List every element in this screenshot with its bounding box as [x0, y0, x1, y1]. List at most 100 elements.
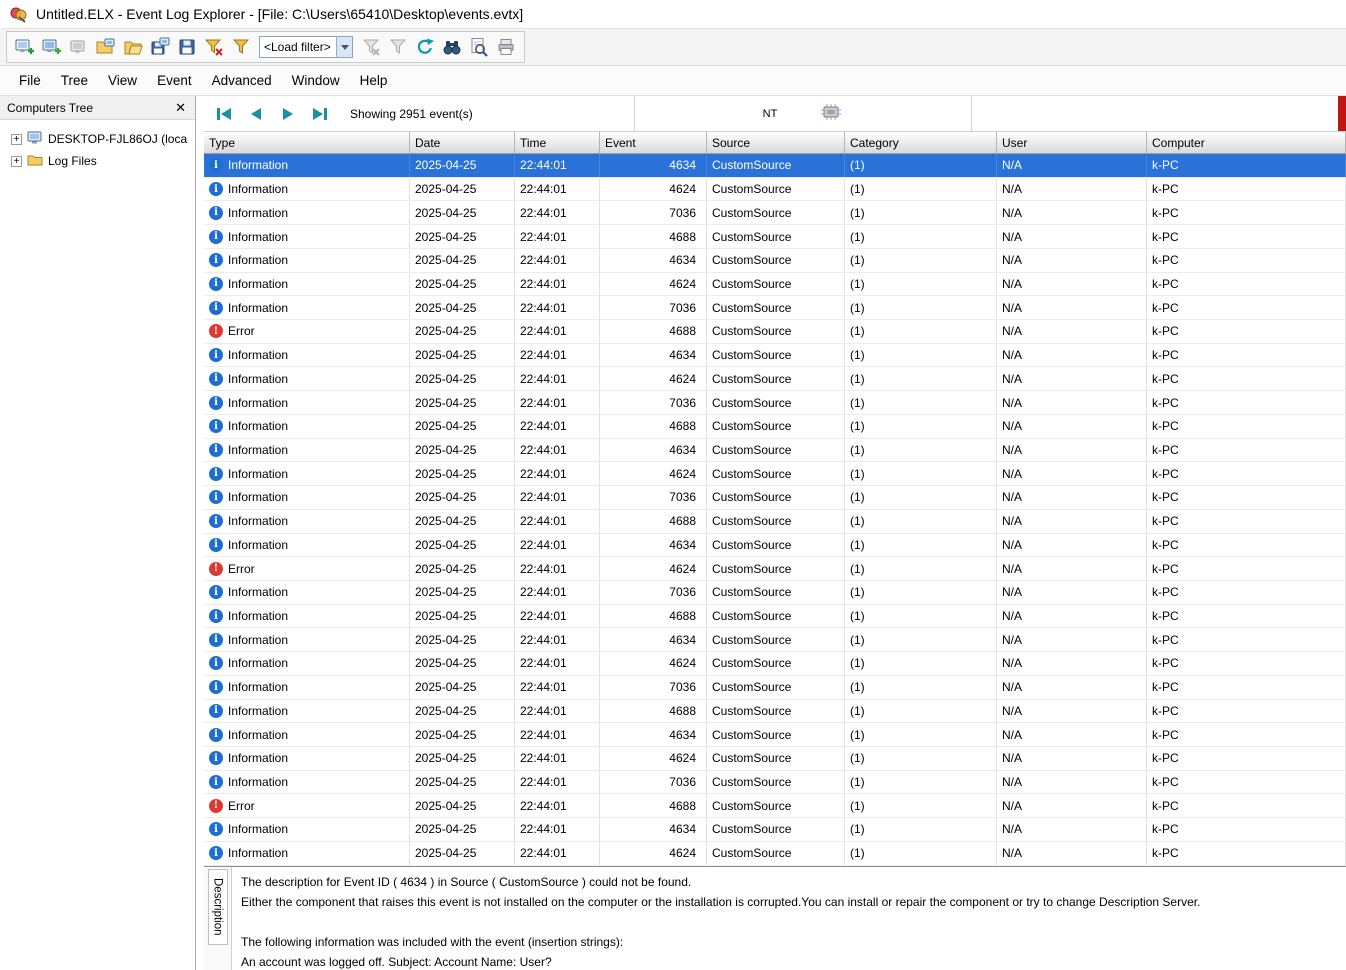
column-header-time[interactable]: Time — [515, 132, 600, 153]
close-panel-button[interactable]: ✕ — [173, 101, 188, 114]
menu-item-advanced[interactable]: Advanced — [203, 69, 281, 92]
column-header-date[interactable]: Date — [410, 132, 515, 153]
save-icon[interactable] — [175, 35, 199, 59]
previous-event-button[interactable] — [244, 102, 268, 126]
add-computer-icon[interactable] — [40, 35, 64, 59]
event-row[interactable]: i Information 2025-04-25 22:44:01 7036 Custom… — [204, 391, 1346, 415]
event-row[interactable]: i Information 2025-04-25 22:44:01 4688 Custom… — [204, 414, 1346, 439]
type-label: Information — [228, 442, 289, 457]
panel-splitter[interactable] — [196, 96, 204, 970]
view-details-icon[interactable] — [467, 35, 491, 59]
event-row[interactable]: ! Error 2025-04-25 22:44:01 4624 CustomSource… — [204, 557, 1346, 581]
save-workspace-icon[interactable] — [148, 35, 172, 59]
tree-item-computer[interactable]: + DESKTOP-FJL86OJ (loca — [4, 128, 191, 150]
event-row[interactable]: i Information 2025-04-25 22:44:01 7036 Custom… — [204, 675, 1346, 700]
event-row[interactable]: i Information 2025-04-25 22:44:01 4624 Custom… — [204, 841, 1346, 866]
event-row[interactable]: i Information 2025-04-25 22:44:01 4634 Custom… — [204, 343, 1346, 368]
column-header-computer[interactable]: Computer — [1147, 132, 1346, 153]
user-cell: N/A — [997, 746, 1147, 770]
event-row[interactable]: i Information 2025-04-25 22:44:01 4634 Custom… — [204, 628, 1346, 653]
description-line: The following information was included w… — [241, 935, 624, 949]
tree-item-label: DESKTOP-FJL86OJ (loca — [48, 132, 188, 146]
menu-item-file[interactable]: File — [10, 69, 50, 92]
event-row[interactable]: i Information 2025-04-25 22:44:01 4634 Custom… — [204, 533, 1346, 558]
event-row[interactable]: ! Error 2025-04-25 22:44:01 4688 CustomSource… — [204, 320, 1346, 344]
menu-item-help[interactable]: Help — [351, 69, 397, 92]
event-row[interactable]: ! Error 2025-04-25 22:44:01 4688 CustomSource… — [204, 794, 1346, 819]
source-cell: CustomSource — [707, 675, 845, 699]
dropdown-arrow-icon[interactable] — [336, 37, 352, 57]
type-cell: i Information — [204, 628, 410, 652]
print-icon[interactable] — [494, 35, 518, 59]
next-event-button[interactable] — [276, 102, 300, 126]
computer-cell: k-PC — [1147, 154, 1346, 177]
remove-computer-icon[interactable] — [67, 35, 91, 59]
event-row[interactable]: i Information 2025-04-25 22:44:01 4688 Custom… — [204, 509, 1346, 534]
first-event-button[interactable] — [212, 102, 236, 126]
type-label: Information — [228, 490, 289, 505]
column-header-event[interactable]: Event — [600, 132, 707, 153]
event-row[interactable]: i Information 2025-04-25 22:44:01 4634 Custom… — [204, 438, 1346, 463]
column-header-category[interactable]: Category — [845, 132, 997, 153]
event-row[interactable]: i Information 2025-04-25 22:44:01 4624 Custom… — [204, 746, 1346, 771]
load-filter-dropdown[interactable]: <Load filter> — [259, 36, 353, 58]
title-bar: Untitled.ELX - Event Log Explorer - [Fil… — [0, 0, 1346, 28]
menu-item-window[interactable]: Window — [283, 69, 349, 92]
menu-item-event[interactable]: Event — [148, 69, 201, 92]
open-log-file-icon[interactable] — [121, 35, 145, 59]
open-workspace-icon[interactable] — [94, 35, 118, 59]
event-row[interactable]: i Information 2025-04-25 22:44:01 4688 Custom… — [204, 225, 1346, 249]
event-row[interactable]: i Information 2025-04-25 22:44:01 4624 Custom… — [204, 367, 1346, 392]
event-row[interactable]: i Information 2025-04-25 22:44:01 4688 Custom… — [204, 699, 1346, 724]
information-icon: i — [209, 537, 223, 552]
event-row[interactable]: i Information 2025-04-25 22:44:01 4624 Custom… — [204, 462, 1346, 487]
event-cell: 4688 — [600, 414, 707, 438]
event-row[interactable]: i Information 2025-04-25 22:44:01 4688 Custom… — [204, 604, 1346, 629]
computer-cell: k-PC — [1147, 723, 1346, 746]
computers-tree-panel: Computers Tree ✕ + DESKTOP-FJL86OJ (loca… — [0, 96, 196, 970]
expand-icon[interactable]: + — [11, 155, 22, 167]
filter-icon[interactable] — [229, 35, 253, 59]
event-row[interactable]: i Information 2025-04-25 22:44:01 7036 Custom… — [204, 201, 1346, 226]
clear-filter-icon[interactable] — [202, 35, 226, 59]
information-icon: i — [209, 205, 223, 220]
column-header-user[interactable]: User — [997, 132, 1147, 153]
filter-disabled-icon[interactable] — [386, 35, 410, 59]
time-cell: 22:44:01 — [515, 746, 600, 770]
refresh-icon[interactable] — [413, 35, 437, 59]
event-row[interactable]: i Information 2025-04-25 22:44:01 7036 Custom… — [204, 580, 1346, 605]
information-icon: i — [209, 775, 223, 790]
tree-item-log-files[interactable]: + Log Files — [4, 150, 191, 172]
event-row[interactable]: i Information 2025-04-25 22:44:01 4634 Custom… — [204, 154, 1346, 178]
event-row[interactable]: i Information 2025-04-25 22:44:01 4624 Custom… — [204, 177, 1346, 202]
event-row[interactable]: i Information 2025-04-25 22:44:01 4634 Custom… — [204, 818, 1346, 842]
menu-item-view[interactable]: View — [99, 69, 146, 92]
type-label: Information — [228, 703, 289, 718]
find-icon[interactable] — [440, 35, 464, 59]
type-cell: ! Error — [204, 320, 410, 343]
event-row[interactable]: i Information 2025-04-25 22:44:01 7036 Custom… — [204, 296, 1346, 321]
date-cell: 2025-04-25 — [410, 320, 515, 343]
event-row[interactable]: i Information 2025-04-25 22:44:01 7036 Custom… — [204, 486, 1346, 510]
filter-disabled-x-icon[interactable] — [359, 35, 383, 59]
new-workspace-icon[interactable] — [13, 35, 37, 59]
column-header-source[interactable]: Source — [707, 132, 845, 153]
date-cell: 2025-04-25 — [410, 580, 515, 604]
user-cell: N/A — [997, 177, 1147, 201]
event-row[interactable]: i Information 2025-04-25 22:44:01 4634 Custom… — [204, 248, 1346, 273]
description-tab[interactable]: Description — [207, 869, 228, 945]
event-row[interactable]: i Information 2025-04-25 22:44:01 4634 Custom… — [204, 723, 1346, 747]
event-row[interactable]: i Information 2025-04-25 22:44:01 4624 Custom… — [204, 272, 1346, 297]
description-content: The description for Event ID ( 4634 ) in… — [232, 867, 1346, 970]
event-row[interactable]: i Information 2025-04-25 22:44:01 7036 Custom… — [204, 770, 1346, 795]
time-cell: 22:44:01 — [515, 628, 600, 652]
last-event-button[interactable] — [308, 102, 332, 126]
computer-cell: k-PC — [1147, 675, 1346, 699]
expand-icon[interactable]: + — [11, 133, 22, 145]
computer-cell: k-PC — [1147, 462, 1346, 486]
event-row[interactable]: i Information 2025-04-25 22:44:01 4624 Custom… — [204, 652, 1346, 676]
table-header: Type Date Time Event Source Category User Compu… — [204, 132, 1346, 154]
menu-item-tree[interactable]: Tree — [52, 69, 97, 92]
column-header-type[interactable]: Type — [204, 132, 410, 153]
computer-cell: k-PC — [1147, 652, 1346, 675]
